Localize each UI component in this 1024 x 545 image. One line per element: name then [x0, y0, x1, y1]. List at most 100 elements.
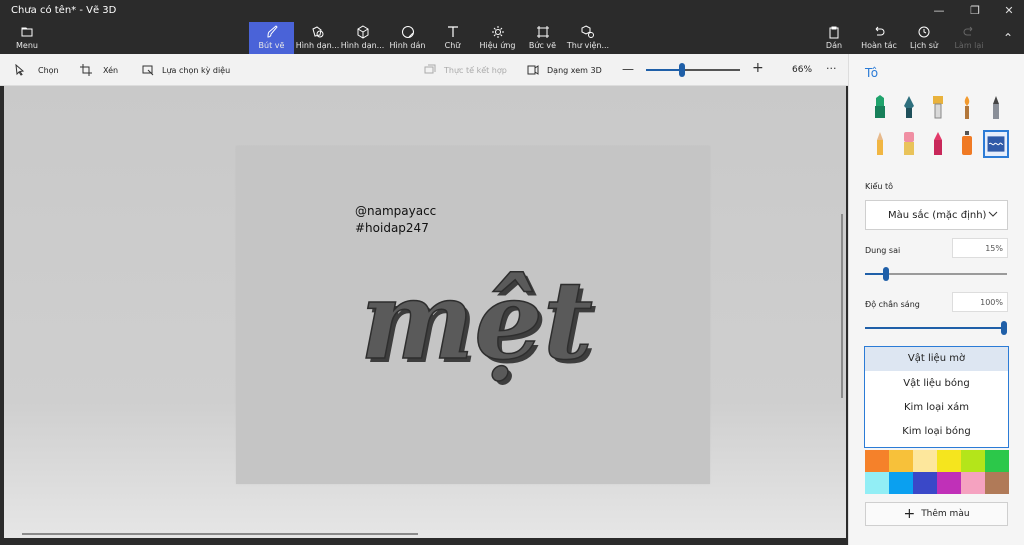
- horizontal-scrollbar[interactable]: [22, 533, 418, 535]
- title-bar: Chưa có tên* - Vẽ 3D — ❐ ✕: [0, 0, 1024, 22]
- secondary-toolbar: Chọn Xén Lựa chọn kỳ diệu Thực tế kết hợ…: [0, 54, 848, 86]
- collapse-chevron-icon[interactable]: ⌃: [996, 22, 1020, 54]
- tool-brushes[interactable]: Bút vẽ: [249, 22, 294, 54]
- drawing-canvas[interactable]: @nampayacc #hoidap247 mệt mệt: [236, 146, 710, 484]
- history-button[interactable]: Lịch sử: [906, 22, 942, 54]
- redo-button[interactable]: Làm lại: [950, 22, 988, 54]
- more-options-button[interactable]: ···: [826, 62, 837, 75]
- crop-icon: [80, 64, 92, 76]
- text-line-1[interactable]: @nampayacc: [355, 204, 436, 218]
- paste-button[interactable]: Dán: [820, 22, 848, 54]
- window-title: Chưa có tên* - Vẽ 3D: [11, 5, 117, 16]
- library-icon: [581, 25, 594, 38]
- color-swatch[interactable]: [985, 472, 1009, 494]
- opacity-slider-fill: [865, 327, 1007, 329]
- crayon-icon[interactable]: [926, 130, 950, 158]
- eraser-icon[interactable]: [897, 130, 921, 158]
- select-label: Chọn: [38, 65, 59, 75]
- 2d-shapes-icon: [311, 26, 323, 38]
- 3d-view-button[interactable]: Dạng xem 3D: [527, 54, 602, 86]
- chevron-down-icon: [988, 211, 998, 217]
- zoom-out-button[interactable]: —: [622, 62, 634, 76]
- color-swatch[interactable]: [985, 450, 1009, 472]
- crop-button[interactable]: Xén: [80, 54, 118, 86]
- zoom-in-button[interactable]: +: [752, 60, 764, 76]
- color-swatch[interactable]: [913, 450, 937, 472]
- zoom-slider[interactable]: [646, 63, 740, 77]
- select-button[interactable]: Chọn: [14, 54, 59, 86]
- tolerance-input[interactable]: 15%: [952, 238, 1008, 258]
- color-swatch[interactable]: [937, 450, 961, 472]
- material-option[interactable]: Vật liệu bóng: [865, 372, 1008, 396]
- color-swatch[interactable]: [961, 450, 985, 472]
- tool-3d-library-label: Thư viện...: [566, 41, 610, 50]
- tool-canvas[interactable]: Bức vẽ: [521, 22, 564, 54]
- brush-style-dropdown[interactable]: Màu sắc (mặc định): [865, 200, 1008, 230]
- workspace: @nampayacc #hoidap247 mệt mệt: [4, 86, 846, 538]
- color-swatch[interactable]: [913, 472, 937, 494]
- spray-can-icon[interactable]: [955, 130, 979, 158]
- watercolor-brush-icon[interactable]: [955, 94, 979, 122]
- 3d-text-face: mệt: [360, 258, 593, 384]
- magic-select-icon: [142, 65, 154, 76]
- calligraphy-pen-icon[interactable]: [897, 94, 921, 122]
- oil-brush-icon[interactable]: [926, 94, 950, 122]
- mixed-reality-button[interactable]: Thực tế kết hợp: [424, 54, 507, 86]
- panel-heading: Tô: [865, 66, 879, 80]
- undo-button[interactable]: Hoàn tác: [858, 22, 900, 54]
- zoom-slider-fill: [646, 69, 682, 71]
- opacity-input[interactable]: 100%: [952, 292, 1008, 312]
- mixed-reality-label: Thực tế kết hợp: [444, 65, 507, 75]
- zoom-value: 66%: [792, 65, 813, 75]
- tool-3d-library[interactable]: Thư viện...: [566, 22, 610, 54]
- menu-button[interactable]: Menu: [8, 22, 46, 54]
- tolerance-label: Dung sai: [865, 246, 901, 255]
- tool-text-label: Chữ: [444, 41, 461, 50]
- brush-style-label: Kiểu tô: [865, 182, 894, 191]
- material-option[interactable]: Kim loại xám: [865, 396, 1008, 420]
- marker-brush-icon[interactable]: [868, 94, 892, 122]
- tolerance-slider[interactable]: [865, 267, 1007, 281]
- canvas-icon: [536, 26, 549, 38]
- tool-2d-shapes-label: Hình dạn...: [295, 41, 340, 50]
- minimize-button[interactable]: —: [922, 0, 956, 22]
- tool-2d-shapes[interactable]: Hình dạn...: [295, 22, 340, 54]
- undo-icon: [875, 26, 885, 36]
- pixel-pen-icon[interactable]: [984, 94, 1008, 122]
- opacity-label: Độ chắn sáng: [865, 300, 920, 309]
- zoom-slider-thumb[interactable]: [679, 63, 685, 77]
- opacity-slider[interactable]: [865, 321, 1007, 335]
- color-swatch[interactable]: [961, 472, 985, 494]
- tool-effects[interactable]: Hiệu ứng: [476, 22, 519, 54]
- pencil-icon[interactable]: [868, 130, 892, 158]
- material-option[interactable]: Vật liệu mờ: [865, 347, 1008, 371]
- cursor-icon: [15, 64, 25, 76]
- magic-select-label: Lựa chọn kỳ diệu: [162, 65, 231, 75]
- color-swatch[interactable]: [865, 450, 889, 472]
- tool-stickers[interactable]: Hình dán: [386, 22, 429, 54]
- magic-select-button[interactable]: Lựa chọn kỳ diệu: [142, 54, 230, 86]
- maximize-button[interactable]: ❐: [958, 0, 992, 22]
- color-swatch[interactable]: [865, 472, 889, 494]
- 3d-shapes-icon: [357, 25, 368, 39]
- color-swatch[interactable]: [937, 472, 961, 494]
- tool-3d-shapes-label: Hình dạn...: [340, 41, 385, 50]
- opacity-slider-thumb[interactable]: [1001, 321, 1007, 335]
- material-option[interactable]: Kim loại bóng: [865, 420, 1008, 444]
- menu-label: Menu: [16, 41, 38, 50]
- fill-bucket-icon[interactable]: [983, 130, 1009, 158]
- 3d-text-object[interactable]: mệt mệt: [356, 254, 626, 414]
- vertical-scrollbar[interactable]: [841, 214, 843, 398]
- color-swatch[interactable]: [889, 472, 913, 494]
- material-menu: Vật liệu mờ Vật liệu bóng Kim loại xám K…: [864, 346, 1009, 448]
- text-line-2[interactable]: #hoidap247: [355, 221, 429, 235]
- main-toolbar: Menu Bút vẽ Hình dạn... Hình dạn... Hình…: [0, 22, 1024, 54]
- paste-label: Dán: [825, 41, 843, 50]
- tool-3d-shapes[interactable]: Hình dạn...: [340, 22, 385, 54]
- color-swatch[interactable]: [889, 450, 913, 472]
- close-button[interactable]: ✕: [992, 0, 1024, 22]
- tool-text[interactable]: Chữ: [431, 22, 474, 54]
- add-color-button[interactable]: + Thêm màu: [865, 502, 1008, 526]
- effects-icon: [491, 26, 504, 38]
- tolerance-slider-thumb[interactable]: [883, 267, 889, 281]
